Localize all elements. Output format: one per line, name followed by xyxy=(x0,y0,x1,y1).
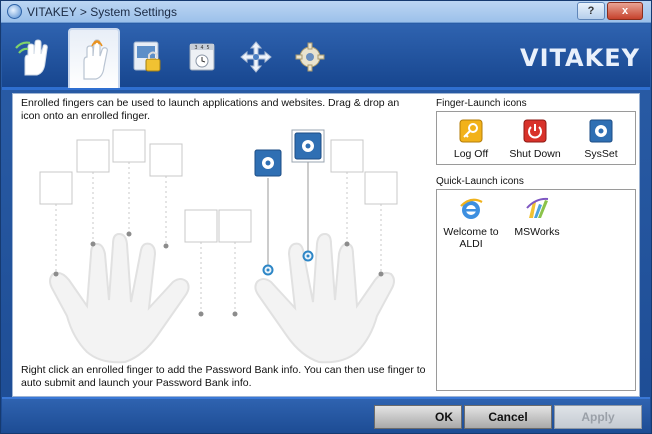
tool-gear[interactable] xyxy=(288,33,332,81)
finger-slot-left-thumb[interactable] xyxy=(184,209,218,243)
tool-password[interactable] xyxy=(126,33,170,81)
finger-launch-item-label: Shut Down xyxy=(509,148,561,160)
quick-launch-item-aldi[interactable]: Welcome to ALDI xyxy=(443,196,499,250)
enrolled-finger-right-middle[interactable] xyxy=(302,250,314,262)
quick-launch-item-msworks[interactable]: MSWorks xyxy=(509,196,565,238)
enrolled-finger-right-index[interactable] xyxy=(262,264,274,276)
quick-launch-item-label-line1: Welcome to xyxy=(443,226,499,238)
right-hand-illustration xyxy=(254,232,395,364)
content-panel: Enrolled fingers can be used to launch a… xyxy=(12,93,640,397)
cancel-button[interactable]: Cancel xyxy=(464,405,552,429)
left-hand-illustration xyxy=(49,232,190,364)
finger-launch-item-shutdown[interactable]: Shut Down xyxy=(507,118,563,160)
title-bar: VITAKEY > System Settings ? x xyxy=(1,1,651,23)
tool-time-settings[interactable]: 3 4 5 xyxy=(180,33,224,81)
help-button[interactable]: ? xyxy=(577,2,605,20)
finger-slot-left-index[interactable] xyxy=(149,143,183,177)
msworks-icon xyxy=(524,196,550,222)
quick-launch-item-label-line2: ALDI xyxy=(459,238,483,250)
finger-launch-item-sysset[interactable]: SysSet xyxy=(573,118,629,160)
gear-icon xyxy=(588,118,614,144)
finger-launch-item-logoff[interactable]: Log Off xyxy=(443,118,499,160)
finger-slot-right-ring[interactable] xyxy=(330,139,364,173)
finger-slot-right-pinky[interactable] xyxy=(364,171,398,205)
settings-window: VITAKEY > System Settings ? x 3 4 5 VITA… xyxy=(0,0,652,434)
tool-fingerprint[interactable] xyxy=(68,28,120,88)
window-title: VITAKEY > System Settings xyxy=(27,5,177,19)
internet-explorer-icon xyxy=(458,196,484,222)
brand-logo: VITAKEY xyxy=(520,44,640,72)
ok-button[interactable]: OK xyxy=(374,405,462,429)
quick-launch-label: Quick-Launch icons xyxy=(436,176,524,187)
tool-move[interactable] xyxy=(234,33,278,81)
dialog-button-bar: OK Cancel Apply xyxy=(2,397,650,433)
gear-icon xyxy=(295,42,325,72)
finger-slot-left-ring[interactable] xyxy=(76,139,110,173)
close-button[interactable]: x xyxy=(607,2,643,20)
svg-text:3 4 5: 3 4 5 xyxy=(194,45,209,51)
quick-launch-box: Welcome to ALDI MSWorks xyxy=(436,189,636,391)
move-arrows-icon xyxy=(240,41,272,73)
key-icon xyxy=(458,118,484,144)
password-lock-icon xyxy=(133,41,161,72)
app-icon xyxy=(7,4,22,19)
finger-slot-left-middle[interactable] xyxy=(112,129,146,163)
apply-button[interactable]: Apply xyxy=(554,405,642,429)
power-icon xyxy=(522,118,548,144)
tool-hand-wifi[interactable] xyxy=(12,33,56,81)
assigned-sysset-icon-right-index[interactable] xyxy=(254,149,282,177)
finger-launch-box: Log Off Shut Down SysSet xyxy=(436,111,636,165)
assigned-sysset-icon-right-middle[interactable] xyxy=(291,129,325,163)
finger-launch-item-label: Log Off xyxy=(453,148,489,160)
hand-wifi-icon xyxy=(15,39,48,76)
password-bank-note: Right click an enrolled finger to add th… xyxy=(21,364,426,389)
caption-buttons: ? x xyxy=(577,2,643,20)
icons-pane: Finger-Launch icons Log Off Shut Down Sy… xyxy=(433,94,639,396)
finger-slot-right-thumb[interactable] xyxy=(218,209,252,243)
quick-launch-item-label: MSWorks xyxy=(514,226,560,238)
finger-assignment-pane: Enrolled fingers can be used to launch a… xyxy=(13,94,431,396)
finger-launch-item-label: SysSet xyxy=(584,148,618,160)
time-settings-icon: 3 4 5 xyxy=(189,43,215,71)
hands-diagram xyxy=(39,129,398,364)
toolbar: 3 4 5 VITAKEY xyxy=(2,24,650,90)
finger-slot-left-pinky[interactable] xyxy=(39,171,73,205)
hand-fingerprint-icon xyxy=(83,39,108,80)
finger-launch-label: Finger-Launch icons xyxy=(436,98,527,109)
